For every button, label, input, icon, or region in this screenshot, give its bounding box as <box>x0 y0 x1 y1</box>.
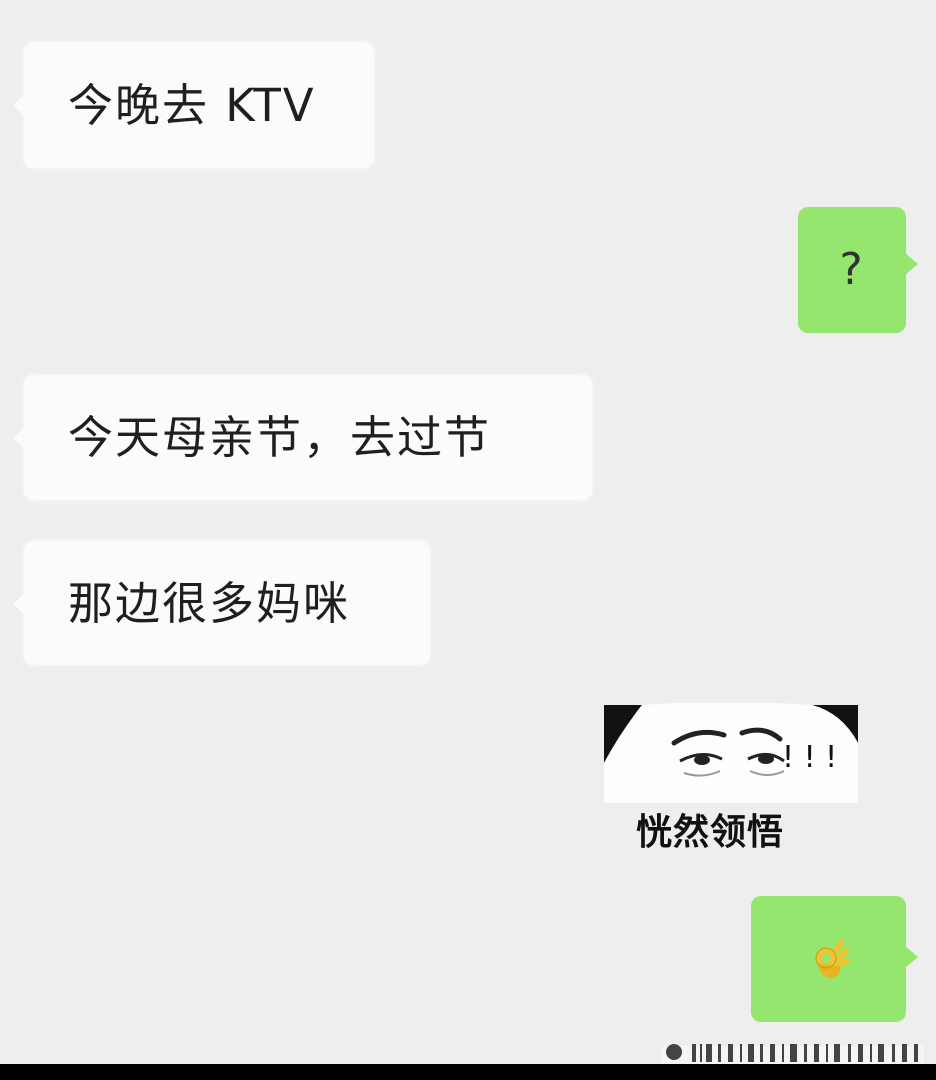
outgoing-message-bubble[interactable] <box>751 896 918 1022</box>
bubble-tail <box>13 94 25 116</box>
incoming-message-bubble[interactable]: 今天母亲节，去过节 <box>13 375 592 500</box>
message-text: 今晚去 KTV <box>68 78 316 132</box>
bubble-tail <box>13 427 25 449</box>
bubble-tail <box>905 946 918 968</box>
outgoing-message-bubble[interactable]: ? <box>798 207 918 333</box>
shocked-face-sticker-icon: ! ! ! <box>604 703 858 803</box>
bottom-bar <box>0 1064 936 1080</box>
message-text: ? <box>839 244 865 295</box>
bubble-tail <box>13 593 25 615</box>
sticker-message[interactable]: ! ! ! 恍然领悟 <box>602 703 892 853</box>
incoming-message-bubble[interactable]: 那边很多妈咪 <box>13 541 430 665</box>
chat-thread: 今晚去 KTV ? 今天母亲节，去过节 那边很多妈咪 ! ! ! 恍然领悟 <box>0 0 936 1080</box>
sticker-exclaim-text: ! ! ! <box>782 740 837 775</box>
watermark-barcode <box>662 1044 924 1064</box>
ok-hand-icon <box>815 939 849 978</box>
sticker-caption: 恍然领悟 <box>636 812 785 853</box>
bubble-tail <box>905 253 918 275</box>
message-text: 那边很多妈咪 <box>68 576 351 630</box>
incoming-message-bubble[interactable]: 今晚去 KTV <box>13 42 374 168</box>
message-text: 今天母亲节，去过节 <box>68 411 492 464</box>
